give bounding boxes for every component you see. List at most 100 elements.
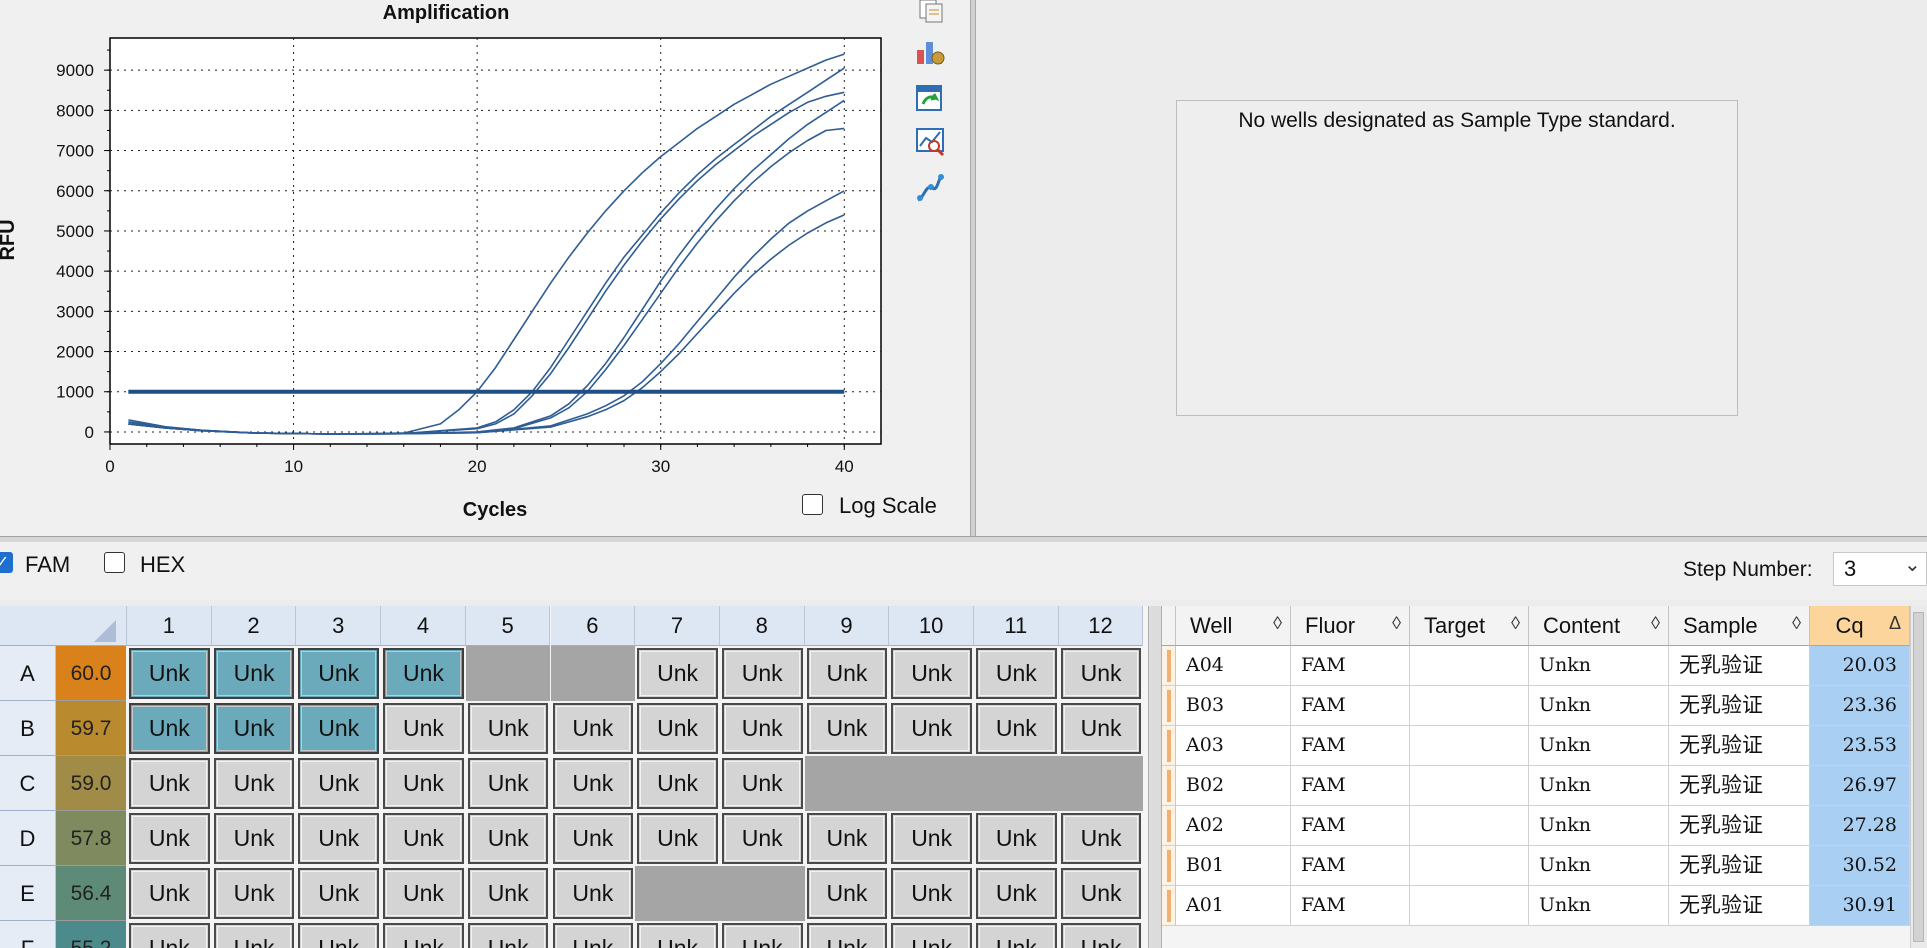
- plate-well-empty[interactable]: [719, 866, 805, 921]
- sort-icon[interactable]: ◊: [1511, 613, 1520, 634]
- plate-well[interactable]: Unk: [298, 923, 380, 948]
- row-selector[interactable]: [1162, 686, 1176, 726]
- plate-well[interactable]: Unk: [891, 923, 972, 948]
- plate-well-empty[interactable]: [804, 756, 890, 811]
- plate-well[interactable]: Unk: [213, 648, 295, 699]
- column-header-cq[interactable]: Cq Δ: [1810, 606, 1910, 646]
- plate-well[interactable]: Unk: [467, 703, 549, 754]
- plate-well[interactable]: Unk: [1060, 813, 1142, 864]
- plate-well[interactable]: Unk: [976, 923, 1057, 948]
- plate-column-header[interactable]: 6: [550, 606, 636, 646]
- plate-well[interactable]: Unk: [552, 703, 634, 754]
- plate-well[interactable]: Unk: [1060, 648, 1142, 699]
- column-header-sample[interactable]: Sample ◊: [1669, 606, 1810, 646]
- plate-well[interactable]: Unk: [383, 758, 464, 809]
- plate-results-splitter[interactable]: [1148, 606, 1162, 948]
- cell-target[interactable]: [1410, 686, 1529, 726]
- plate-well[interactable]: Unk: [806, 703, 888, 754]
- fit-curve-icon[interactable]: [914, 172, 946, 204]
- plate-well-empty[interactable]: [635, 866, 720, 921]
- plate-row-header[interactable]: A: [0, 646, 56, 701]
- plate-well[interactable]: Unk: [721, 648, 803, 699]
- plate-column-header[interactable]: 12: [1058, 606, 1144, 646]
- row-selector[interactable]: [1162, 646, 1176, 686]
- plate-well[interactable]: Unk: [552, 923, 634, 948]
- plate-well[interactable]: Unk: [213, 758, 295, 809]
- plate-well[interactable]: Unk: [467, 868, 549, 919]
- plate-row-header[interactable]: E: [0, 866, 56, 921]
- sort-icon[interactable]: ◊: [1392, 613, 1401, 634]
- plate-well[interactable]: Unk: [637, 648, 718, 699]
- plate-well[interactable]: Unk: [383, 813, 464, 864]
- plate-well[interactable]: Unk: [552, 813, 634, 864]
- column-header-content[interactable]: Content ◊: [1529, 606, 1669, 646]
- plate-well[interactable]: Unk: [298, 648, 380, 699]
- row-selector[interactable]: [1162, 886, 1176, 926]
- results-scrollbar[interactable]: [1910, 606, 1927, 948]
- plate-well-empty[interactable]: [974, 756, 1059, 811]
- cell-target[interactable]: [1410, 646, 1529, 686]
- plate-well[interactable]: Unk: [298, 703, 380, 754]
- plate-well[interactable]: Unk: [891, 813, 972, 864]
- row-selector[interactable]: [1162, 846, 1176, 886]
- plate-well[interactable]: Unk: [891, 868, 972, 919]
- plate-well[interactable]: Unk: [467, 923, 549, 948]
- plate-column-header[interactable]: 3: [296, 606, 382, 646]
- results-table[interactable]: Well ◊ Fluor ◊ Target ◊ Content ◊ Sample ◊ Cq Δ A04 F…: [1162, 606, 1910, 948]
- plate-column-header[interactable]: 10: [889, 606, 974, 646]
- plate-well[interactable]: Unk: [298, 868, 380, 919]
- sort-icon[interactable]: ◊: [1273, 613, 1282, 634]
- plate-well[interactable]: Unk: [891, 648, 972, 699]
- plate-column-header[interactable]: 1: [127, 606, 212, 646]
- plate-well[interactable]: Unk: [213, 703, 295, 754]
- column-header-fluor[interactable]: Fluor ◊: [1291, 606, 1410, 646]
- plate-column-header[interactable]: 5: [465, 606, 551, 646]
- plate-well[interactable]: Unk: [976, 868, 1057, 919]
- plate-well[interactable]: Unk: [467, 758, 549, 809]
- plate-column-header[interactable]: 8: [719, 606, 805, 646]
- plate-well[interactable]: Unk: [1060, 868, 1142, 919]
- copy-icon[interactable]: [914, 0, 946, 32]
- plate-well[interactable]: Unk: [806, 648, 888, 699]
- plate-well[interactable]: Unk: [383, 648, 464, 699]
- plate-well[interactable]: Unk: [129, 923, 210, 948]
- plate-well[interactable]: Unk: [467, 813, 549, 864]
- plate-well[interactable]: Unk: [298, 758, 380, 809]
- plate-column-header[interactable]: 7: [635, 606, 720, 646]
- sort-icon[interactable]: ◊: [1651, 613, 1660, 634]
- plate-well[interactable]: Unk: [976, 703, 1057, 754]
- plate-well[interactable]: Unk: [637, 703, 718, 754]
- plate-well[interactable]: Unk: [976, 648, 1057, 699]
- plate-well[interactable]: Unk: [637, 758, 718, 809]
- plate-well[interactable]: Unk: [383, 868, 464, 919]
- fam-checkbox[interactable]: ✓: [0, 552, 13, 573]
- plate-well[interactable]: Unk: [129, 648, 210, 699]
- plate-row-header[interactable]: F: [0, 921, 56, 948]
- chart-settings-icon[interactable]: [914, 36, 946, 68]
- plate-column-header[interactable]: 2: [211, 606, 297, 646]
- plate-well[interactable]: Unk: [552, 758, 634, 809]
- plate-well[interactable]: Unk: [976, 813, 1057, 864]
- scroll-thumb[interactable]: [1913, 612, 1924, 942]
- plate-well[interactable]: Unk: [383, 703, 464, 754]
- plate-well[interactable]: Unk: [721, 813, 803, 864]
- row-selector[interactable]: [1162, 806, 1176, 846]
- plate-well[interactable]: Unk: [721, 923, 803, 948]
- plate-column-header[interactable]: 11: [974, 606, 1059, 646]
- plate-well[interactable]: Unk: [129, 703, 210, 754]
- plate-well[interactable]: Unk: [637, 813, 718, 864]
- plate-well-empty[interactable]: [465, 646, 551, 701]
- plate-well-empty[interactable]: [1058, 756, 1144, 811]
- plate-well[interactable]: Unk: [721, 758, 803, 809]
- plate-well[interactable]: Unk: [721, 703, 803, 754]
- cell-target[interactable]: [1410, 766, 1529, 806]
- plate-well[interactable]: Unk: [129, 868, 210, 919]
- plate-well[interactable]: Unk: [806, 813, 888, 864]
- sort-ascending-icon[interactable]: Δ: [1889, 613, 1901, 634]
- cell-target[interactable]: [1410, 806, 1529, 846]
- plate-well[interactable]: Unk: [213, 813, 295, 864]
- plate-column-header[interactable]: 9: [804, 606, 890, 646]
- step-number-select[interactable]: 3 ⌄: [1833, 552, 1927, 586]
- cell-target[interactable]: [1410, 886, 1529, 926]
- zoom-chart-icon[interactable]: [914, 126, 946, 158]
